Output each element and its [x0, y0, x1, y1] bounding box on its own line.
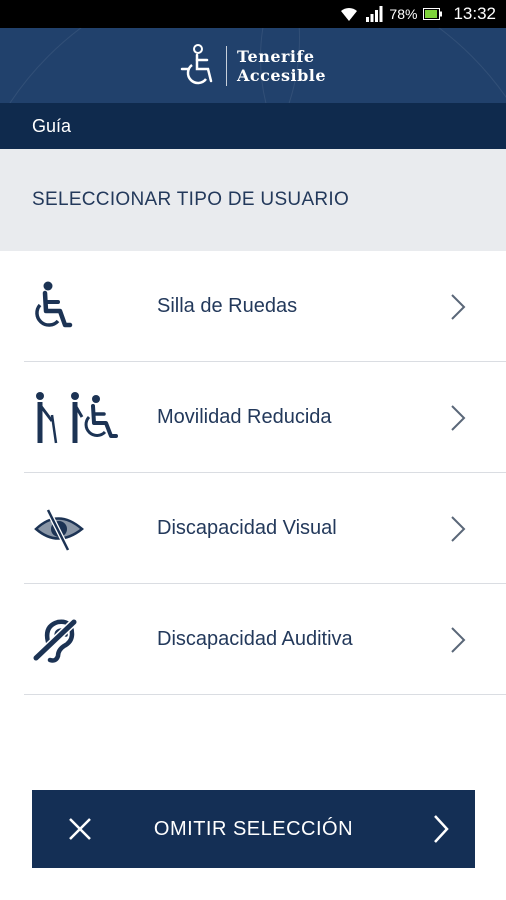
clock: 13:32 [453, 4, 496, 23]
reduced-mobility-icon [36, 391, 118, 443]
nav-title: Guía [32, 115, 72, 136]
status-bar: 78% 13:32 [0, 0, 506, 28]
app-header: Tenerife Accesible [0, 28, 506, 103]
chevron-right-icon [451, 293, 466, 320]
battery-icon [423, 8, 443, 20]
brand-line-2: Accesible [236, 65, 327, 85]
user-type-list: Silla de Ruedas Movilidad Reducida Disca… [0, 251, 506, 695]
list-item-label: Movilidad Reducida [157, 406, 332, 428]
chevron-right-icon [451, 626, 466, 653]
battery-percent: 78% [389, 6, 418, 22]
hearing-impairment-icon [31, 616, 79, 663]
section-header: SELECCIONAR TIPO DE USUARIO [0, 149, 506, 251]
wheelchair-icon [35, 281, 73, 327]
omit-selection-label: OMITIR SELECCIÓN [153, 817, 354, 840]
list-item-label: Discapacidad Visual [157, 517, 337, 539]
list-item-label: Discapacidad Auditiva [157, 628, 353, 650]
list-item-hearing[interactable]: Discapacidad Auditiva [0, 584, 506, 695]
visual-impairment-icon [34, 508, 84, 551]
brand-name: Tenerife Accesible [237, 47, 326, 85]
omit-selection-button[interactable]: OMITIR SELECCIÓN [32, 790, 475, 868]
list-item-visual[interactable]: Discapacidad Visual [0, 473, 506, 584]
chevron-right-icon [451, 404, 466, 431]
brand-logo: Tenerife Accesible [180, 43, 326, 89]
wifi-icon [341, 7, 358, 21]
list-item-wheelchair[interactable]: Silla de Ruedas [0, 251, 506, 362]
signal-icon [366, 6, 383, 22]
list-item-label: Silla de Ruedas [157, 295, 298, 317]
chevron-right-icon [434, 815, 449, 843]
brand-divider [225, 45, 227, 86]
wheelchair-logo-icon [180, 43, 213, 84]
brand-line-1: Tenerife [236, 46, 315, 66]
list-item-reduced-mobility[interactable]: Movilidad Reducida [0, 362, 506, 473]
section-title: SELECCIONAR TIPO DE USUARIO [32, 189, 350, 210]
nav-title-bar: Guía [0, 103, 506, 149]
chevron-right-icon [451, 515, 466, 542]
